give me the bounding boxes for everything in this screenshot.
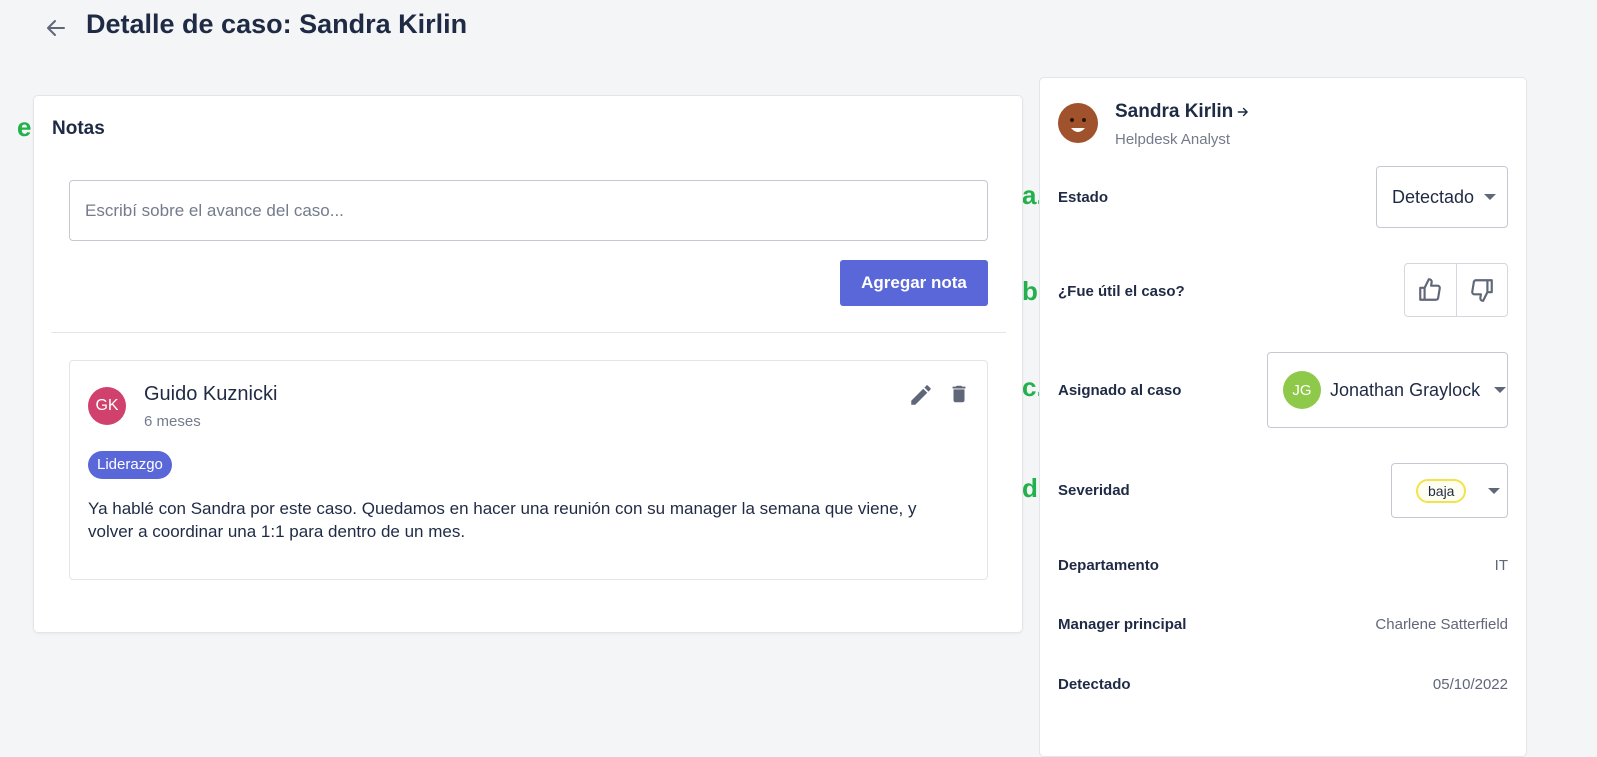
severidad-label: Severidad	[1058, 482, 1130, 499]
notes-card: Notas Agregar nota GK Guido Kuznicki 6 m…	[33, 95, 1023, 633]
thumbs-down-button[interactable]	[1455, 264, 1508, 316]
thumbs-up-button[interactable]	[1405, 264, 1456, 316]
trash-icon[interactable]	[948, 382, 970, 406]
note-input[interactable]	[69, 180, 988, 241]
person-name-link[interactable]: Sandra Kirlin	[1115, 101, 1250, 123]
estado-dropdown[interactable]: Detectado	[1376, 166, 1508, 228]
page-title: Detalle de caso: Sandra Kirlin	[86, 9, 468, 39]
note-tag: Liderazgo	[88, 451, 172, 479]
chevron-down-icon	[1488, 487, 1501, 494]
departamento-label: Departamento	[1058, 557, 1159, 574]
assignee-avatar: JG	[1283, 371, 1321, 409]
person-role: Helpdesk Analyst	[1115, 131, 1231, 148]
note-body: Ya hablé con Sandra por este caso. Queda…	[88, 499, 917, 541]
note-author-avatar: GK	[88, 387, 126, 425]
severity-badge: baja	[1416, 478, 1467, 503]
chevron-down-icon	[1484, 194, 1497, 200]
vote-group	[1404, 263, 1508, 317]
note-item: GK Guido Kuznicki 6 meses Liderazgo Ya h…	[69, 360, 988, 580]
manager-value: Charlene Satterfield	[1375, 616, 1508, 633]
estado-label: Estado	[1058, 189, 1109, 206]
chevron-down-icon	[1494, 387, 1507, 393]
severity-dropdown[interactable]: baja	[1391, 463, 1508, 518]
add-note-button[interactable]: Agregar nota	[840, 260, 988, 306]
detectado-label: Detectado	[1058, 676, 1131, 693]
departamento-value: IT	[1494, 557, 1508, 574]
thumbs-up-icon	[1419, 278, 1442, 301]
manager-label: Manager principal	[1058, 616, 1187, 633]
note-timestamp: 6 meses	[144, 413, 201, 430]
arrow-right-icon	[1237, 107, 1249, 117]
util-label: ¿Fue útil el caso?	[1058, 283, 1185, 300]
asignado-label: Asignado al caso	[1058, 382, 1182, 399]
back-arrow-icon[interactable]	[44, 16, 68, 40]
note-author-name: Guido Kuznicki	[144, 383, 278, 405]
notes-title: Notas	[52, 118, 105, 139]
assignee-name: Jonathan Graylock	[1330, 379, 1481, 400]
estado-value: Detectado	[1392, 186, 1475, 207]
assignee-dropdown[interactable]: JG Jonathan Graylock	[1267, 352, 1508, 428]
detectado-value: 05/10/2022	[1432, 676, 1508, 693]
thumbs-down-icon	[1470, 279, 1493, 302]
case-details-panel: Sandra Kirlin Helpdesk Analyst Estado De…	[1039, 77, 1527, 757]
person-avatar	[1058, 103, 1098, 143]
person-name: Sandra Kirlin	[1115, 101, 1234, 122]
divider	[51, 332, 1006, 333]
edit-icon[interactable]	[908, 382, 934, 408]
